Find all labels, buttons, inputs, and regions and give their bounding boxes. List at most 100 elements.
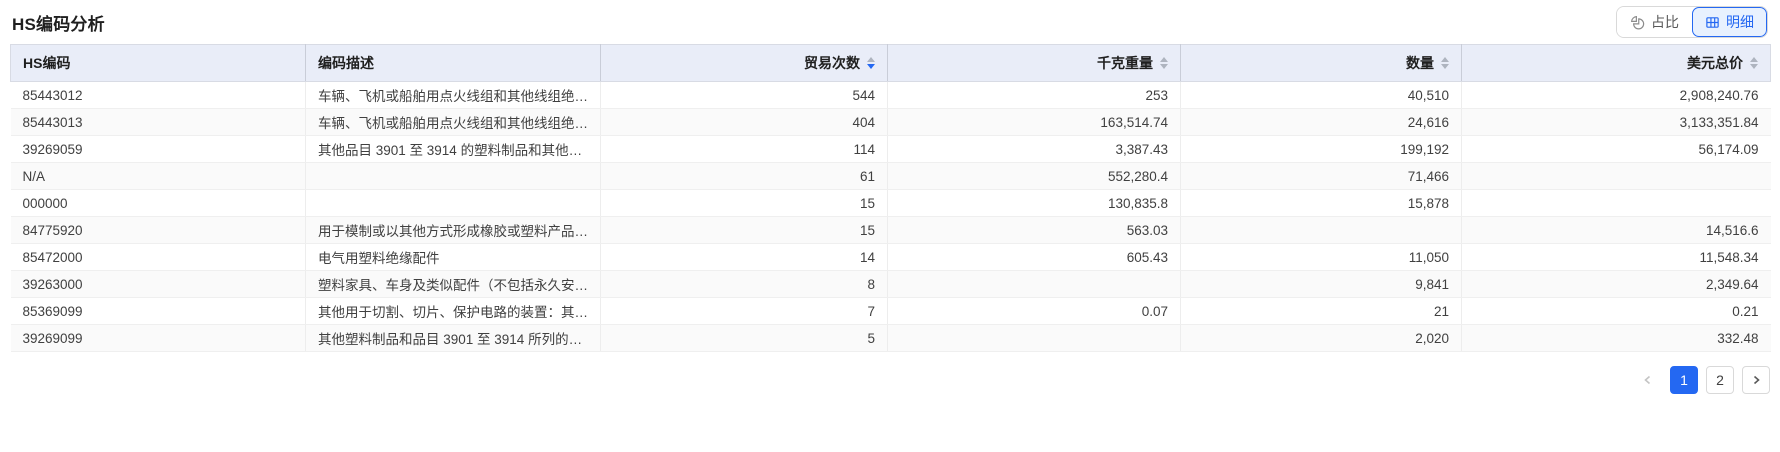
column-label: 数量 bbox=[1406, 53, 1434, 73]
view-toggle-group: 占比 明细 bbox=[1616, 6, 1768, 38]
cell-usd_total: 0.21 bbox=[1462, 298, 1771, 325]
top-bar: HS编码分析 占比 bbox=[10, 0, 1770, 44]
table-row: 39269059其他品目 3901 至 3914 的塑料制品和其他材...114… bbox=[11, 136, 1771, 163]
table-icon bbox=[1705, 15, 1720, 30]
table-row: 85443013车辆、飞机或船舶用点火线组和其他线组绝缘...404163,51… bbox=[11, 109, 1771, 136]
column-label: 美元总价 bbox=[1687, 53, 1743, 73]
cell-hs_code: 39269059 bbox=[11, 136, 306, 163]
cell-desc bbox=[306, 163, 601, 190]
table-header-row: HS编码 编码描述 贸易次数 千克重量 数量 美元总价 bbox=[11, 45, 1771, 82]
cell-hs_code: 000000 bbox=[11, 190, 306, 217]
sort-carets-icon bbox=[1160, 57, 1168, 69]
cell-quantity: 2,020 bbox=[1181, 325, 1462, 352]
table-row: N/A 61552,280.471,466 bbox=[11, 163, 1771, 190]
cell-trade_count: 8 bbox=[601, 271, 888, 298]
table-row: 39269099其他塑料制品和品目 3901 至 3914 所列的其...5 2,… bbox=[11, 325, 1771, 352]
pagination: 12 bbox=[10, 366, 1770, 394]
table-row: 000000 15130,835.815,878 bbox=[11, 190, 1771, 217]
cell-trade_count: 15 bbox=[601, 190, 888, 217]
cell-trade_count: 114 bbox=[601, 136, 888, 163]
column-header-trade_count[interactable]: 贸易次数 bbox=[601, 45, 888, 82]
column-label: 编码描述 bbox=[318, 53, 374, 73]
cell-hs_code: 39263000 bbox=[11, 271, 306, 298]
cell-usd_total: 14,516.6 bbox=[1462, 217, 1771, 244]
cell-weight_kg: 163,514.74 bbox=[888, 109, 1181, 136]
cell-trade_count: 5 bbox=[601, 325, 888, 352]
cell-quantity: 40,510 bbox=[1181, 82, 1462, 109]
cell-weight_kg: 3,387.43 bbox=[888, 136, 1181, 163]
cell-trade_count: 7 bbox=[601, 298, 888, 325]
column-header-hs_code: HS编码 bbox=[11, 45, 306, 82]
cell-weight_kg: 253 bbox=[888, 82, 1181, 109]
cell-quantity: 15,878 bbox=[1181, 190, 1462, 217]
cell-weight_kg: 552,280.4 bbox=[888, 163, 1181, 190]
cell-quantity: 9,841 bbox=[1181, 271, 1462, 298]
cell-trade_count: 15 bbox=[601, 217, 888, 244]
column-label: 千克重量 bbox=[1097, 53, 1153, 73]
cell-usd_total: 2,908,240.76 bbox=[1462, 82, 1771, 109]
cell-usd_total: 56,174.09 bbox=[1462, 136, 1771, 163]
cell-usd_total bbox=[1462, 190, 1771, 217]
chevron-right-icon[interactable] bbox=[1742, 366, 1770, 394]
cell-desc: 用于模制或以其他方式形成橡胶或塑料产品的... bbox=[306, 217, 601, 244]
column-label: HS编码 bbox=[23, 53, 70, 73]
cell-desc: 电气用塑料绝缘配件 bbox=[306, 244, 601, 271]
cell-usd_total bbox=[1462, 163, 1771, 190]
cell-hs_code: 85472000 bbox=[11, 244, 306, 271]
cell-hs_code: 85443013 bbox=[11, 109, 306, 136]
hs-code-table: HS编码 编码描述 贸易次数 千克重量 数量 美元总价 85443012车辆、飞机或船舶用… bbox=[10, 44, 1771, 352]
cell-desc bbox=[306, 190, 601, 217]
cell-usd_total: 11,548.34 bbox=[1462, 244, 1771, 271]
cell-quantity: 71,466 bbox=[1181, 163, 1462, 190]
toggle-proportion-button[interactable]: 占比 bbox=[1617, 7, 1692, 37]
cell-weight_kg bbox=[888, 325, 1181, 352]
cell-hs_code: N/A bbox=[11, 163, 306, 190]
cell-desc: 其他品目 3901 至 3914 的塑料制品和其他材... bbox=[306, 136, 601, 163]
column-header-desc: 编码描述 bbox=[306, 45, 601, 82]
cell-desc: 车辆、飞机或船舶用点火线组和其他线组绝缘... bbox=[306, 82, 601, 109]
pie-chart-icon bbox=[1630, 15, 1645, 30]
table-row: 84775920用于模制或以其他方式形成橡胶或塑料产品的...15563.03 1… bbox=[11, 217, 1771, 244]
column-label: 贸易次数 bbox=[804, 53, 860, 73]
column-header-usd_total[interactable]: 美元总价 bbox=[1462, 45, 1771, 82]
cell-hs_code: 39269099 bbox=[11, 325, 306, 352]
cell-trade_count: 61 bbox=[601, 163, 888, 190]
toggle-detail-button[interactable]: 明细 bbox=[1692, 7, 1767, 37]
cell-hs_code: 84775920 bbox=[11, 217, 306, 244]
sort-carets-icon bbox=[1441, 57, 1449, 69]
column-header-quantity[interactable]: 数量 bbox=[1181, 45, 1462, 82]
cell-desc: 其他塑料制品和品目 3901 至 3914 所列的其... bbox=[306, 325, 601, 352]
cell-desc: 车辆、飞机或船舶用点火线组和其他线组绝缘... bbox=[306, 109, 601, 136]
cell-hs_code: 85369099 bbox=[11, 298, 306, 325]
page-title: HS编码分析 bbox=[12, 10, 105, 35]
page-button-1[interactable]: 1 bbox=[1670, 366, 1698, 394]
cell-usd_total: 3,133,351.84 bbox=[1462, 109, 1771, 136]
cell-trade_count: 14 bbox=[601, 244, 888, 271]
cell-usd_total: 2,349.64 bbox=[1462, 271, 1771, 298]
page-button-2[interactable]: 2 bbox=[1706, 366, 1734, 394]
table-row: 85472000电气用塑料绝缘配件14605.4311,05011,548.34 bbox=[11, 244, 1771, 271]
table-row: 85443012车辆、飞机或船舶用点火线组和其他线组绝缘...54425340,… bbox=[11, 82, 1771, 109]
toggle-detail-label: 明细 bbox=[1726, 12, 1754, 32]
cell-weight_kg: 563.03 bbox=[888, 217, 1181, 244]
cell-trade_count: 404 bbox=[601, 109, 888, 136]
sort-carets-icon bbox=[1750, 57, 1758, 69]
cell-weight_kg: 605.43 bbox=[888, 244, 1181, 271]
cell-quantity: 24,616 bbox=[1181, 109, 1462, 136]
toggle-proportion-label: 占比 bbox=[1651, 12, 1679, 32]
sort-carets-icon bbox=[867, 57, 875, 69]
column-header-weight_kg[interactable]: 千克重量 bbox=[888, 45, 1181, 82]
cell-desc: 其他用于切割、切片、保护电路的装置：其他... bbox=[306, 298, 601, 325]
cell-usd_total: 332.48 bbox=[1462, 325, 1771, 352]
table-body: 85443012车辆、飞机或船舶用点火线组和其他线组绝缘...54425340,… bbox=[11, 82, 1771, 352]
cell-weight_kg: 130,835.8 bbox=[888, 190, 1181, 217]
cell-weight_kg: 0.07 bbox=[888, 298, 1181, 325]
chevron-left-icon[interactable] bbox=[1634, 366, 1662, 394]
cell-quantity: 199,192 bbox=[1181, 136, 1462, 163]
hs-code-analysis-panel: HS编码分析 占比 bbox=[0, 0, 1780, 394]
table-row: 85369099其他用于切割、切片、保护电路的装置：其他...70.07210.… bbox=[11, 298, 1771, 325]
cell-trade_count: 544 bbox=[601, 82, 888, 109]
table-row: 39263000塑料家具、车身及类似配件（不包括永久安装...89,8412,3… bbox=[11, 271, 1771, 298]
cell-quantity: 21 bbox=[1181, 298, 1462, 325]
cell-hs_code: 85443012 bbox=[11, 82, 306, 109]
